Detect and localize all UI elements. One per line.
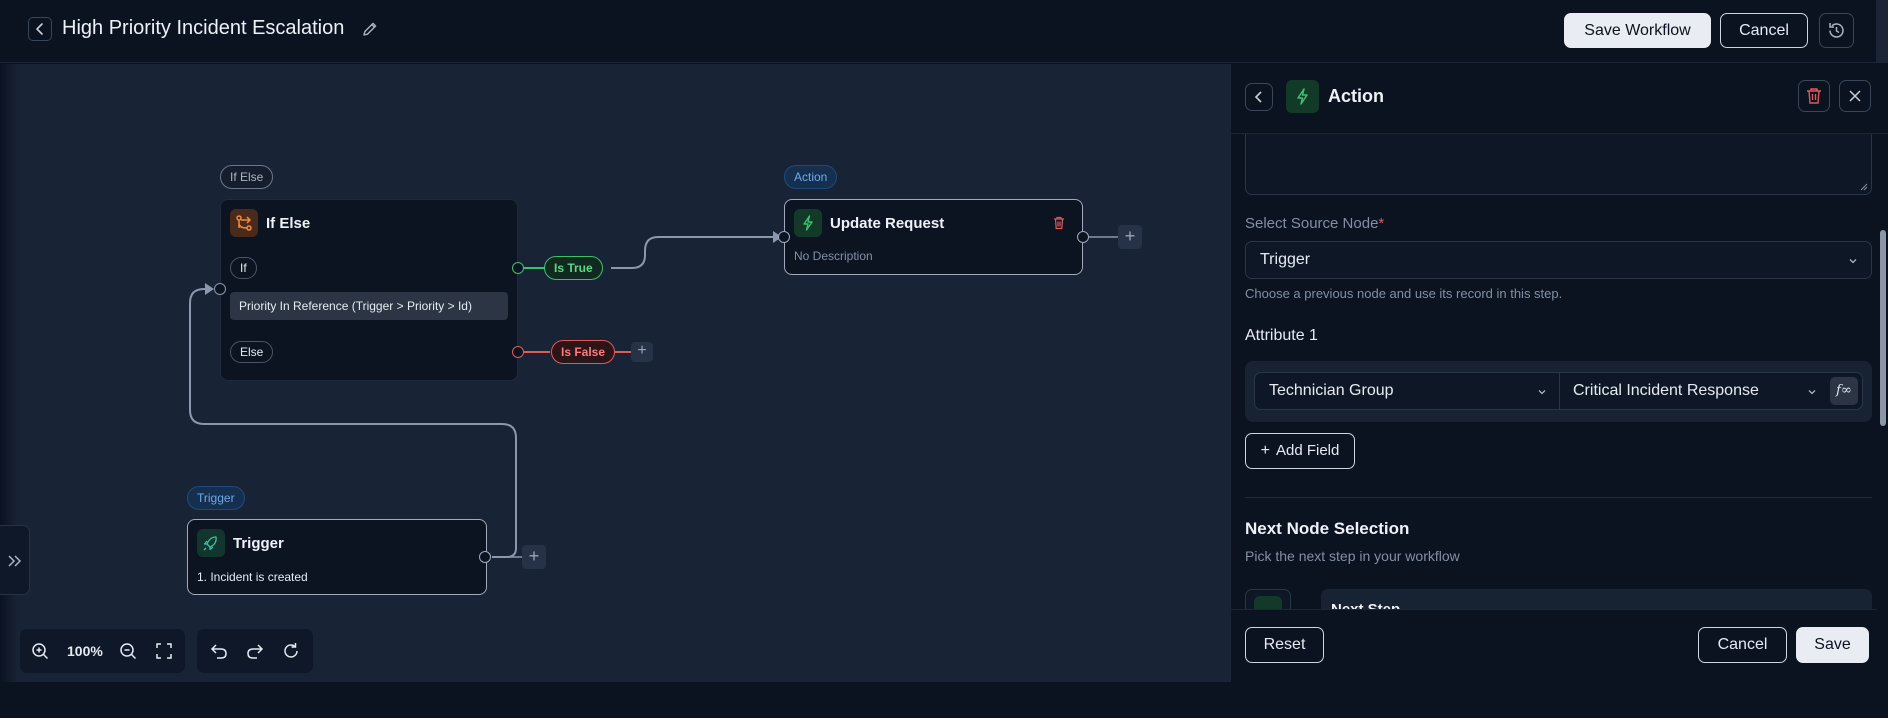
zoom-in-icon[interactable] xyxy=(29,640,51,662)
action-tag: Action xyxy=(784,165,838,189)
panel-cancel-button[interactable]: Cancel xyxy=(1698,627,1787,663)
panel-save-button[interactable]: Save xyxy=(1796,627,1869,663)
chevron-down-icon xyxy=(1808,390,1816,395)
source-node-help: Choose a previous node and use its recor… xyxy=(1245,286,1563,301)
if-else-node[interactable]: If Else If Priority In Reference (Trigge… xyxy=(220,199,518,381)
close-panel-button[interactable] xyxy=(1839,80,1871,112)
panel-action-icon-box xyxy=(1286,80,1319,113)
source-node-select[interactable]: Trigger xyxy=(1245,241,1872,279)
fullscreen-icon[interactable] xyxy=(153,640,175,662)
lightning-icon xyxy=(803,215,813,231)
trash-icon[interactable] xyxy=(1051,215,1067,231)
save-workflow-button[interactable]: Save Workflow xyxy=(1564,13,1711,48)
resize-handle-icon xyxy=(1860,183,1868,191)
is-true-label: Is True xyxy=(544,256,603,280)
history-toolbar xyxy=(197,629,313,673)
next-step-item[interactable]: Next Step xyxy=(1245,589,1872,609)
trigger-icon-box xyxy=(197,529,225,557)
action-output-handle[interactable] xyxy=(1077,231,1089,243)
trash-icon xyxy=(1807,88,1821,104)
description-textarea[interactable] xyxy=(1245,134,1872,195)
formula-button[interactable]: f∞ xyxy=(1830,377,1858,405)
chevron-down-icon xyxy=(1538,390,1546,395)
trigger-output-handle[interactable] xyxy=(479,551,491,563)
chevron-left-icon xyxy=(1254,91,1262,103)
double-chevron-right-icon xyxy=(7,555,21,567)
zoom-level: 100% xyxy=(67,643,103,659)
attribute-row: Technician Group Critical Incident Respo… xyxy=(1245,361,1872,422)
reset-button[interactable]: Reset xyxy=(1245,627,1324,663)
if-else-title: If Else xyxy=(266,215,311,232)
panel-back-button[interactable] xyxy=(1245,83,1273,111)
trigger-title: Trigger xyxy=(233,535,284,552)
trigger-description: 1. Incident is created xyxy=(197,570,308,584)
delete-node-button[interactable] xyxy=(1798,80,1830,112)
history-button[interactable] xyxy=(1819,13,1854,48)
else-chip: Else xyxy=(230,341,274,363)
if-else-input-handle[interactable] xyxy=(214,283,226,295)
next-node-title: Next Node Selection xyxy=(1245,519,1410,538)
workflow-edges xyxy=(189,231,1118,558)
refresh-icon[interactable] xyxy=(280,640,302,662)
action-description: No Description xyxy=(794,249,873,263)
if-chip: If xyxy=(230,257,257,279)
if-false-handle[interactable] xyxy=(512,346,524,358)
next-step-label: Next Step xyxy=(1331,601,1400,609)
panel-scrollbar-thumb[interactable] xyxy=(1880,230,1886,426)
add-false-branch-button[interactable]: + xyxy=(631,342,653,362)
plus-icon: + xyxy=(1260,442,1270,459)
redo-icon[interactable] xyxy=(244,640,266,662)
action-config-panel: Action Select Source Node* Trigger Choos… xyxy=(1230,64,1888,682)
header-scrollbar xyxy=(1876,0,1888,63)
history-icon xyxy=(1829,23,1844,38)
trigger-tag: Trigger xyxy=(187,486,245,510)
action-title: Update Request xyxy=(830,215,945,232)
panel-footer: Reset Cancel Save xyxy=(1231,609,1877,682)
undo-icon[interactable] xyxy=(208,640,230,662)
trigger-node[interactable]: Trigger 1. Incident is created xyxy=(187,519,487,595)
add-after-action-button[interactable]: + xyxy=(1118,225,1142,249)
condition-text[interactable]: Priority In Reference (Trigger > Priorit… xyxy=(230,292,508,320)
lightning-icon xyxy=(1297,88,1308,105)
next-step-card: Next Step xyxy=(1321,589,1872,609)
action-input-handle[interactable] xyxy=(778,231,790,243)
lightning-icon xyxy=(1254,596,1282,609)
required-asterisk: * xyxy=(1378,215,1385,232)
rocket-icon xyxy=(203,536,217,551)
section-divider xyxy=(1245,497,1872,498)
is-false-label: Is False xyxy=(551,340,616,364)
close-icon xyxy=(1849,90,1861,102)
branch-icon xyxy=(236,215,252,231)
attribute-value-select[interactable]: Critical Incident Response f∞ xyxy=(1559,372,1863,410)
panel-title: Action xyxy=(1328,86,1384,106)
chevron-down-icon xyxy=(1849,259,1857,264)
attribute-field-select[interactable]: Technician Group xyxy=(1254,372,1560,410)
add-field-button[interactable]: + Add Field xyxy=(1245,433,1355,469)
if-else-icon-box xyxy=(230,209,258,237)
action-icon-box xyxy=(794,209,822,237)
if-else-tag: If Else xyxy=(220,165,274,189)
next-step-icon-box xyxy=(1245,589,1291,609)
add-after-trigger-button[interactable]: + xyxy=(522,545,546,569)
if-true-handle[interactable] xyxy=(512,262,524,274)
update-request-node[interactable]: Update Request No Description xyxy=(784,199,1083,275)
source-node-label: Select Source Node* xyxy=(1245,215,1385,232)
cancel-workflow-button[interactable]: Cancel xyxy=(1720,13,1808,48)
zoom-toolbar: 100% xyxy=(20,629,185,673)
next-node-help: Pick the next step in your workflow xyxy=(1245,548,1460,564)
zoom-out-icon[interactable] xyxy=(117,640,139,662)
bottom-strip xyxy=(0,682,1888,718)
expand-sidebar-button[interactable] xyxy=(0,525,30,595)
attribute-label: Attribute 1 xyxy=(1245,327,1318,344)
